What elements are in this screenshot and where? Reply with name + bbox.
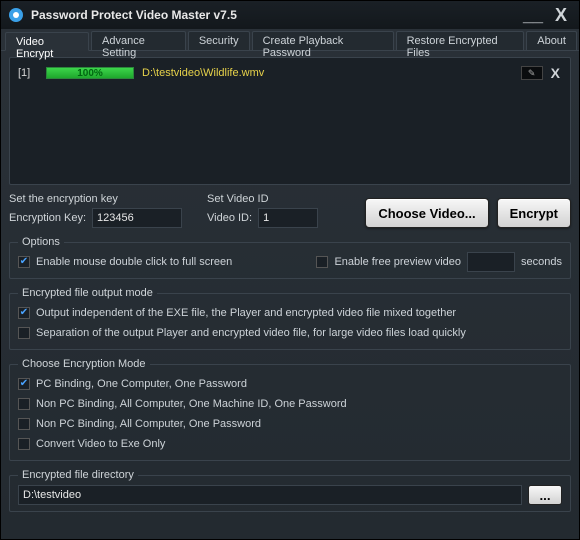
directory-legend: Encrypted file directory xyxy=(18,469,138,481)
file-row[interactable]: [1] 100% D:\testvideo\Wildlife.wmv ✎ X xyxy=(14,62,566,84)
file-index: [1] xyxy=(18,67,46,79)
file-list: [1] 100% D:\testvideo\Wildlife.wmv ✎ X xyxy=(9,57,571,185)
tab-create-playback-password[interactable]: Create Playback Password xyxy=(252,31,394,50)
mode-machine-id-label: Non PC Binding, All Computer, One Machin… xyxy=(36,398,347,410)
checkbox-free-preview[interactable] xyxy=(316,256,328,268)
directory-input[interactable] xyxy=(18,485,522,505)
encryption-key-title: Set the encryption key xyxy=(9,193,199,205)
encryption-key-label: Encryption Key: xyxy=(9,212,86,224)
output-separate-label: Separation of the output Player and encr… xyxy=(36,327,466,339)
close-button[interactable]: X xyxy=(549,5,573,26)
progress-text: 100% xyxy=(77,68,103,79)
mode-exe-only-label: Convert Video to Exe Only xyxy=(36,438,165,450)
checkbox-output-mixed[interactable] xyxy=(18,307,30,319)
app-logo-icon xyxy=(7,6,25,24)
option-fullscreen-label: Enable mouse double click to full screen xyxy=(36,256,232,268)
encryption-mode-legend: Choose Encryption Mode xyxy=(18,358,150,370)
checkbox-fullscreen[interactable] xyxy=(18,256,30,268)
tab-bar: Video Encrypt Advance Setting Security C… xyxy=(1,29,579,51)
progress-bar: 100% xyxy=(46,67,134,79)
encryption-key-input[interactable] xyxy=(92,208,182,228)
directory-group: Encrypted file directory ... xyxy=(9,469,571,512)
preview-seconds-input[interactable] xyxy=(467,252,515,272)
encryption-mode-group: Choose Encryption Mode PC Binding, One C… xyxy=(9,358,571,461)
output-mixed-label: Output independent of the EXE file, the … xyxy=(36,307,456,319)
app-window: Password Protect Video Master v7.5 __ X … xyxy=(0,0,580,540)
checkbox-mode-exe-only[interactable] xyxy=(18,438,30,450)
output-mode-group: Encrypted file output mode Output indepe… xyxy=(9,287,571,350)
video-id-title: Set Video ID xyxy=(207,193,337,205)
app-title: Password Protect Video Master v7.5 xyxy=(31,8,237,22)
checkbox-mode-non-pc[interactable] xyxy=(18,418,30,430)
checkbox-mode-pc-binding[interactable] xyxy=(18,378,30,390)
file-path: D:\testvideo\Wildlife.wmv xyxy=(142,67,521,79)
choose-video-button[interactable]: Choose Video... xyxy=(365,198,488,228)
tab-security[interactable]: Security xyxy=(188,31,250,50)
output-mode-legend: Encrypted file output mode xyxy=(18,287,157,299)
browse-directory-button[interactable]: ... xyxy=(528,485,562,505)
tab-about[interactable]: About xyxy=(526,31,577,50)
encrypt-button[interactable]: Encrypt xyxy=(497,198,571,228)
mode-pc-binding-label: PC Binding, One Computer, One Password xyxy=(36,378,247,390)
checkbox-mode-machine-id[interactable] xyxy=(18,398,30,410)
mode-non-pc-label: Non PC Binding, All Computer, One Passwo… xyxy=(36,418,261,430)
edit-icon[interactable]: ✎ xyxy=(521,66,543,80)
video-id-input[interactable] xyxy=(258,208,318,228)
tab-content: [1] 100% D:\testvideo\Wildlife.wmv ✎ X S… xyxy=(1,51,579,518)
option-free-preview-label: Enable free preview video xyxy=(334,256,461,268)
tab-advance-setting[interactable]: Advance Setting xyxy=(91,31,186,50)
options-group: Options Enable mouse double click to ful… xyxy=(9,236,571,279)
checkbox-output-separate[interactable] xyxy=(18,327,30,339)
seconds-suffix: seconds xyxy=(521,256,562,268)
minimize-button[interactable]: __ xyxy=(517,5,549,26)
video-id-label: Video ID: xyxy=(207,212,252,224)
tab-video-encrypt[interactable]: Video Encrypt xyxy=(5,32,89,51)
tab-restore-encrypted-files[interactable]: Restore Encrypted Files xyxy=(396,31,525,50)
remove-file-button[interactable]: X xyxy=(549,65,562,81)
options-legend: Options xyxy=(18,236,64,248)
titlebar: Password Protect Video Master v7.5 __ X xyxy=(1,1,579,29)
